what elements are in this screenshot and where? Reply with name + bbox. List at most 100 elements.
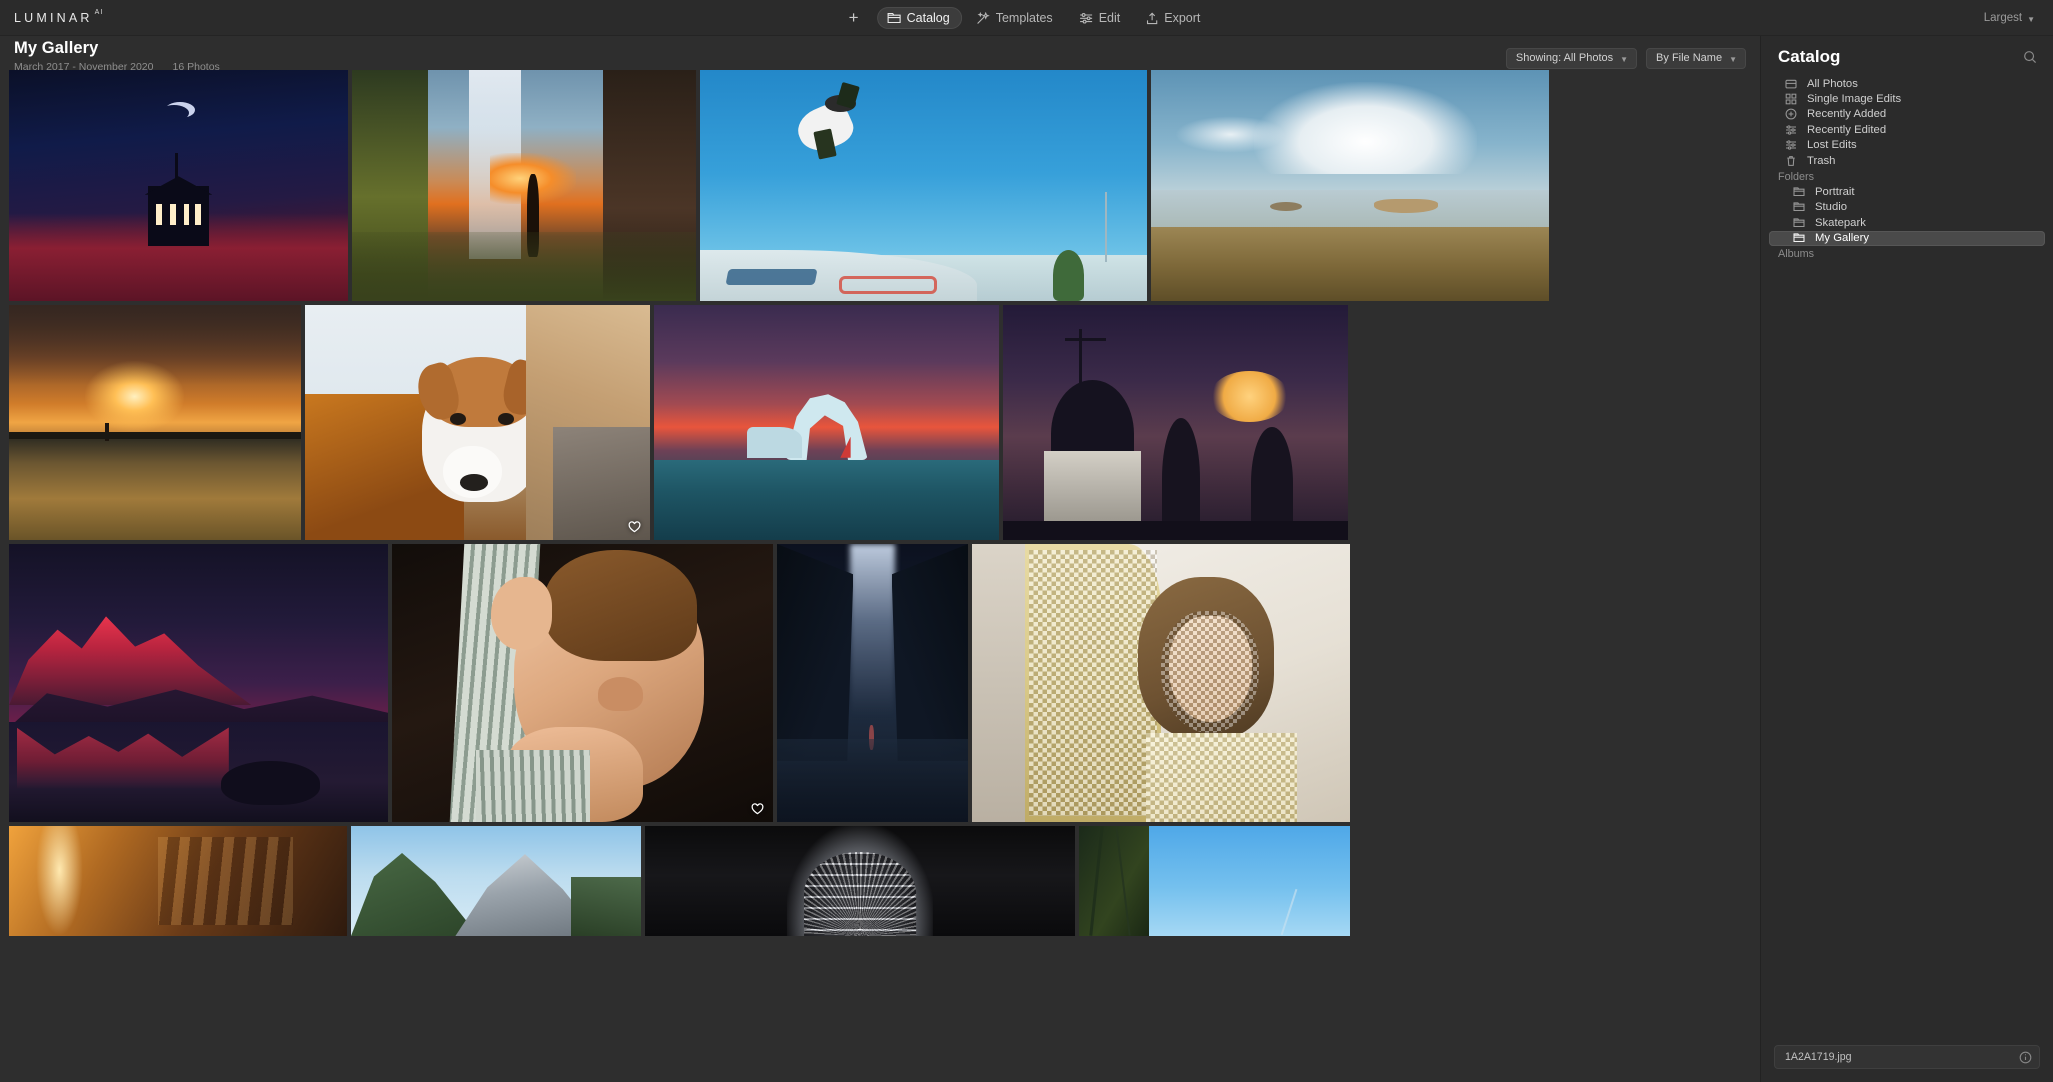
photo-image (392, 544, 773, 822)
current-file-bar: 1A2A1719.jpg (1774, 1045, 2040, 1069)
folder-icon (1793, 232, 1806, 244)
add-photos-button[interactable]: + (841, 6, 867, 30)
nav-item-templates[interactable]: Templates (966, 7, 1065, 29)
sidebar-item-single-image-edits[interactable]: Single Image Edits (1769, 91, 2045, 106)
search-icon[interactable] (2023, 50, 2037, 64)
photos-icon (1785, 78, 1798, 90)
app-logo: LUMINAR AI (14, 8, 104, 25)
sidebar-item-label: Single Image Edits (1807, 93, 1902, 106)
photo-row (9, 826, 1751, 936)
sidebar-header: Catalog (1761, 36, 2053, 76)
sidebar-item-all-photos[interactable]: All Photos (1769, 76, 2045, 91)
sidebar-item-skatepark[interactable]: Skatepark (1769, 215, 2045, 230)
chevron-down-icon: ▼ (2027, 14, 2035, 24)
photo-thumbnail-boats-shore-clouds[interactable] (1151, 70, 1549, 301)
sidebar-item-label: Recently Added (1807, 108, 1887, 121)
photo-thumbnail-dog-and-woman[interactable] (305, 305, 650, 540)
folder-icon (1793, 186, 1806, 198)
photo-thumbnail-man-lying-down-portrait[interactable] (392, 544, 773, 822)
sidebar-item-label: My Gallery (1815, 232, 1869, 245)
photo-thumbnail-warm-interior-lights[interactable] (9, 826, 347, 936)
sidebar-item-recently-added[interactable]: Recently Added (1769, 107, 2045, 122)
sidebar-item-label: All Photos (1807, 77, 1858, 90)
chevron-down-icon: ▼ (1620, 54, 1629, 64)
photo-image (1003, 305, 1348, 540)
trash-icon (1785, 155, 1798, 167)
gallery-toolbar: Showing: All Photos ▼ By File Name ▼ (1505, 48, 1746, 69)
photo-thumbnail-architecture-ceiling[interactable] (645, 826, 1075, 936)
app-body: My Gallery March 2017 - November 2020 16… (0, 36, 2053, 1082)
photo-thumbnail-woman-shadow-pattern[interactable] (972, 544, 1350, 822)
size-selector-label: Largest (1983, 12, 2023, 24)
photo-thumbnail-waterfall-sunset[interactable] (352, 70, 696, 301)
photo-image (654, 305, 999, 540)
photo-thumbnail-blue-sky-branches[interactable] (1079, 826, 1350, 936)
top-bar: LUMINAR AI + Catalog Templates Edit Expo… (0, 0, 2053, 36)
photo-image (9, 70, 348, 301)
photo-row (9, 305, 1751, 540)
photo-thumbnail-red-mountain-reflection[interactable] (9, 544, 388, 822)
sidebar-item-my-gallery[interactable]: My Gallery (1769, 230, 2045, 246)
export-icon (1146, 12, 1158, 25)
photo-row (9, 70, 1751, 301)
photo-image (305, 305, 650, 540)
photo-thumbnail-cathedral-full-moon[interactable] (1003, 305, 1348, 540)
thumbnail-size-selector[interactable]: Largest ▼ (1984, 0, 2035, 36)
folder-icon (1793, 201, 1806, 213)
photo-image (645, 826, 1075, 936)
sparkle-icon (976, 11, 990, 25)
sliders-icon (1785, 124, 1798, 136)
photo-image (9, 544, 388, 822)
photo-thumbnail-milky-way-forest-path[interactable] (777, 544, 968, 822)
sort-dropdown[interactable]: By File Name ▼ (1646, 48, 1746, 69)
photo-thumbnail-iceberg-arch-sailboat[interactable] (654, 305, 999, 540)
nav-item-export[interactable]: Export (1136, 7, 1212, 29)
photo-grid[interactable] (0, 70, 1760, 1082)
photo-image (777, 544, 968, 822)
sliders-icon (1785, 139, 1798, 151)
nav-label-catalog: Catalog (906, 11, 950, 25)
nav-label-edit: Edit (1098, 11, 1121, 25)
sort-label: By File Name (1656, 52, 1723, 64)
sidebar-section-folders: Folders (1778, 170, 1815, 183)
sidebar-item-label: Porttrait (1815, 186, 1855, 199)
info-icon[interactable] (2019, 1051, 2032, 1064)
favorite-heart-icon[interactable] (628, 521, 641, 533)
photo-image (1151, 70, 1549, 301)
sidebar-title: Catalog (1778, 47, 1841, 66)
logo-superscript: AI (94, 8, 104, 16)
nav-item-edit[interactable]: Edit (1069, 7, 1133, 29)
sidebar-item-list: All Photos Single Image Edits Recently Add… (1761, 76, 2053, 1035)
photo-thumbnail-night-church[interactable] (9, 70, 348, 301)
favorite-heart-icon[interactable] (751, 803, 764, 815)
photo-thumbnail-sunset-lake-person[interactable] (9, 305, 301, 540)
sidebar-item-label: Trash (1807, 154, 1836, 167)
photo-thumbnail-alpine-mountain-peak[interactable] (351, 826, 641, 936)
nav-item-catalog[interactable]: Catalog (876, 7, 962, 29)
folder-icon (1793, 217, 1806, 229)
showing-filter-dropdown[interactable]: Showing: All Photos ▼ (1505, 48, 1638, 69)
photo-image (351, 826, 641, 936)
sidebar-footer: 1A2A1719.jpg (1761, 1035, 2053, 1082)
sidebar-item-label: Skatepark (1815, 216, 1866, 229)
showing-filter-label: Showing: All Photos (1515, 52, 1614, 64)
sidebar-section-albums: Albums (1778, 248, 1815, 261)
photo-thumbnail-skateboarder-jump[interactable] (700, 70, 1147, 301)
sliders-icon (1079, 12, 1093, 24)
sidebar-item-trash[interactable]: Trash (1769, 153, 2045, 168)
nav-label-templates: Templates (995, 11, 1053, 25)
sidebar-item-porttrait[interactable]: Porttrait (1769, 184, 2045, 199)
photo-image (9, 305, 301, 540)
gallery-header: My Gallery March 2017 - November 2020 16… (0, 36, 1760, 73)
sidebar-item-label: Lost Edits (1807, 139, 1857, 152)
folder-icon (887, 12, 901, 24)
sidebar-item-recently-edited[interactable]: Recently Edited (1769, 122, 2045, 137)
logo-text: LUMINAR (14, 10, 93, 25)
photo-image (1079, 826, 1350, 936)
sidebar-item-studio[interactable]: Studio (1769, 200, 2045, 215)
gallery-content: My Gallery March 2017 - November 2020 16… (0, 36, 1760, 1082)
sidebar-item-lost-edits[interactable]: Lost Edits (1769, 138, 2045, 153)
main-navigation: + Catalog Templates Edit Export (841, 0, 1213, 36)
photo-image (972, 544, 1350, 822)
catalog-sidebar: Catalog All Photos Single Image Edits Rece… (1760, 36, 2053, 1082)
